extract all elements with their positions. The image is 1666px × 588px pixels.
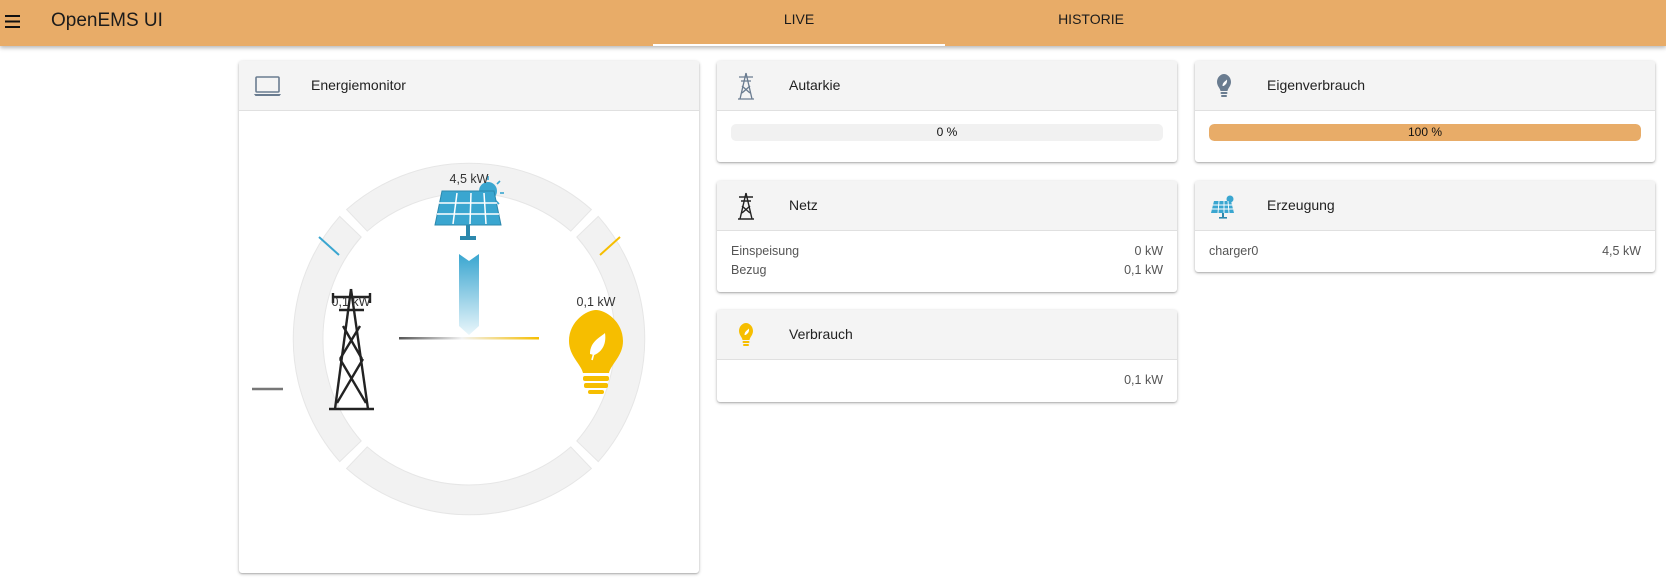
production-value: 4,5 kW <box>449 172 489 186</box>
ring-segment-storage <box>345 446 593 516</box>
autarkie-card: Autarkie 0 % <box>717 61 1177 162</box>
solar-panel-icon <box>1209 191 1239 221</box>
power-tower-icon <box>731 71 761 101</box>
lightbulb-icon <box>731 320 761 350</box>
erzeugung-row-label: charger0 <box>1209 244 1259 258</box>
lightbulb-icon <box>1209 71 1239 101</box>
tab-historie[interactable]: HISTORIE <box>945 0 1237 44</box>
netz-row-value: 0 kW <box>1134 244 1163 258</box>
erzeugung-row-value: 4,5 kW <box>1602 244 1641 258</box>
netz-row-label: Einspeisung <box>731 244 800 258</box>
verbrauch-title: Verbrauch <box>789 326 853 342</box>
flow-arrow-production <box>459 254 479 335</box>
verbrauch-card: Verbrauch 0,1 kW <box>717 310 1177 402</box>
autarkie-header: Autarkie <box>717 61 1177 111</box>
erzeugung-card: Erzeugung charger0 4,5 kW <box>1195 181 1655 272</box>
erzeugung-header: Erzeugung <box>1195 181 1655 231</box>
netz-card: Netz Einspeisung 0 kW Bezug 0,1 kW <box>717 181 1177 292</box>
verbrauch-header: Verbrauch <box>717 310 1177 360</box>
eigenverbrauch-progress: 100 % <box>1209 124 1641 141</box>
autarkie-progress-label: 0 % <box>936 125 958 139</box>
app-title: OpenEMS UI <box>51 10 163 31</box>
tab-live[interactable]: LIVE <box>653 0 945 46</box>
eigenverbrauch-title: Eigenverbrauch <box>1267 77 1366 93</box>
top-toolbar: OpenEMS UI LIVE HISTORIE <box>0 0 1666 46</box>
autarkie-title: Autarkie <box>789 77 841 93</box>
laptop-icon <box>253 71 283 101</box>
erzeugung-title: Erzeugung <box>1267 197 1335 213</box>
energiemonitor-card: Energiemonitor 4,5 kW 0,1 kW 0,1 kW <box>239 61 699 573</box>
verbrauch-row: 0,1 kW <box>731 373 1163 391</box>
netz-row-einspeisung: Einspeisung 0 kW <box>731 244 1163 262</box>
netz-title: Netz <box>789 197 818 213</box>
energiemonitor-header: Energiemonitor <box>239 61 699 111</box>
grid-value: 0,1 kW <box>331 295 371 309</box>
power-tower-icon <box>731 191 761 221</box>
energiemonitor-title: Energiemonitor <box>311 77 406 93</box>
netz-row-bezug: Bezug 0,1 kW <box>731 263 1163 281</box>
erzeugung-row-charger0: charger0 4,5 kW <box>1209 244 1641 262</box>
eigenverbrauch-card: Eigenverbrauch 100 % <box>1195 61 1655 162</box>
netz-row-label: Bezug <box>731 263 767 277</box>
autarkie-progress: 0 % <box>731 124 1163 141</box>
verbrauch-value: 0,1 kW <box>1124 373 1163 387</box>
flow-line-horizontal <box>399 337 539 340</box>
netz-header: Netz <box>717 181 1177 231</box>
consumption-value: 0,1 kW <box>576 295 616 309</box>
eigenverbrauch-progress-label: 100 % <box>1407 125 1443 139</box>
netz-row-value: 0,1 kW <box>1124 263 1163 277</box>
menu-icon[interactable] <box>4 12 24 32</box>
eigenverbrauch-header: Eigenverbrauch <box>1195 61 1655 111</box>
